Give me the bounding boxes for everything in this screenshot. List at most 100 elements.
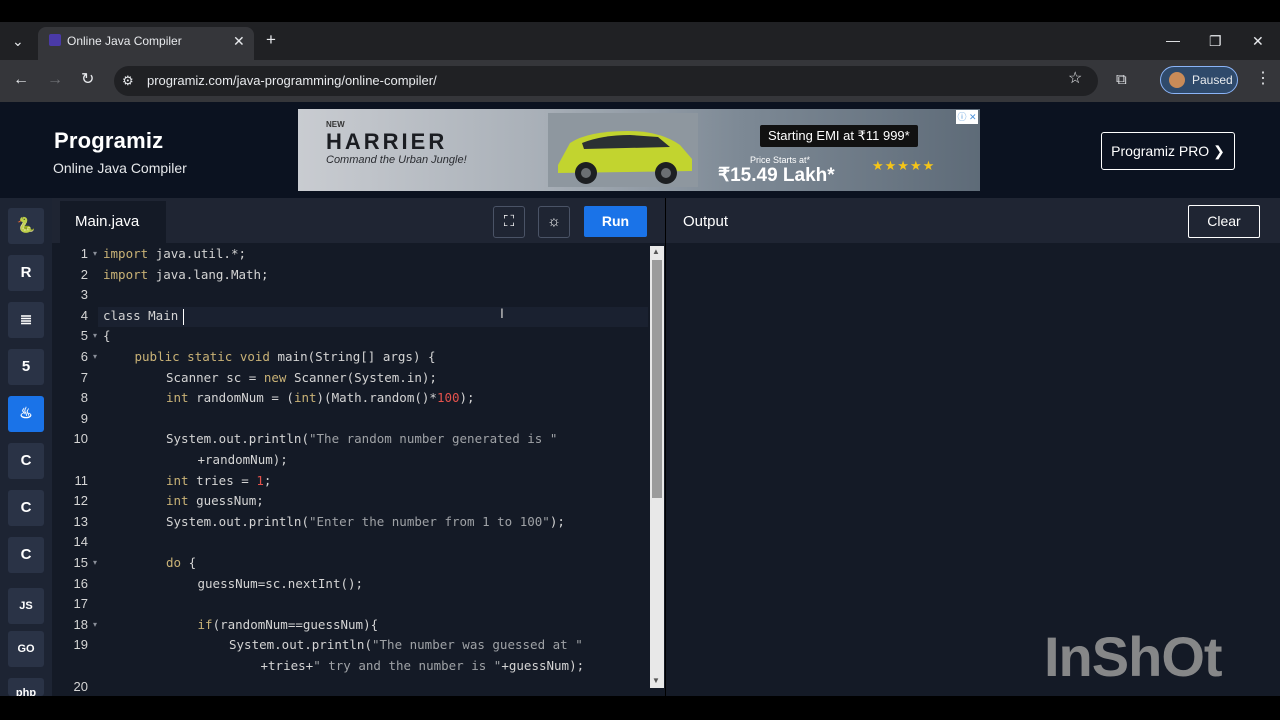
- fullscreen-button[interactable]: ⛶: [493, 206, 525, 238]
- code-token: (randomNum==guessNum){: [212, 617, 379, 632]
- fold-toggle-icon[interactable]: ▾: [89, 347, 97, 367]
- ad-banner[interactable]: NEW HARRIER Command the Urban Jungle! St…: [298, 109, 980, 191]
- code-token: {: [103, 328, 111, 343]
- code-line[interactable]: int guessNum;: [166, 491, 264, 511]
- browser-menu-icon[interactable]: ⋮: [1255, 71, 1271, 87]
- python-icon[interactable]: 🐍: [8, 208, 44, 244]
- code-token: System.out.println(: [166, 514, 309, 529]
- address-url[interactable]: programiz.com/java-programming/online-co…: [147, 73, 437, 89]
- clear-button[interactable]: Clear: [1188, 205, 1260, 238]
- java-icon[interactable]: ♨: [8, 396, 44, 432]
- code-line[interactable]: if(randomNum==guessNum){: [198, 615, 379, 635]
- sun-icon: ☼: [547, 213, 561, 230]
- ad-close-icon[interactable]: ⓘ ✕: [956, 110, 978, 124]
- code-token: public static void: [134, 349, 270, 364]
- run-button[interactable]: Run: [584, 206, 647, 237]
- text-cursor: [183, 309, 184, 325]
- code-token: " try and the number is ": [313, 658, 502, 673]
- code-token: {: [181, 555, 197, 570]
- code-token: );: [549, 514, 565, 529]
- code-line[interactable]: do {: [166, 553, 196, 573]
- code-token: )(Math.random()*: [316, 390, 437, 405]
- forward-icon[interactable]: →: [47, 72, 63, 88]
- tab-search-icon[interactable]: ⌄: [12, 33, 24, 49]
- code-line[interactable]: +tries+" try and the number is "+guessNu…: [261, 656, 585, 676]
- new-tab-icon[interactable]: +: [266, 31, 276, 48]
- ad-price-label: Price Starts at*: [750, 155, 811, 165]
- code-line[interactable]: int tries = 1;: [166, 471, 271, 491]
- c-icon[interactable]: C: [8, 443, 44, 479]
- back-icon[interactable]: ←: [13, 72, 29, 88]
- code-token: +guessNum);: [501, 658, 585, 673]
- code-token: java.util.*;: [155, 246, 246, 261]
- fold-toggle-icon[interactable]: ▾: [89, 615, 97, 635]
- tab-close-icon[interactable]: ✕: [233, 33, 245, 49]
- reload-icon[interactable]: ↻: [81, 72, 94, 88]
- line-number: 6: [80, 349, 88, 364]
- code-line[interactable]: import java.util.*;: [103, 244, 246, 264]
- line-number: 7: [80, 370, 88, 385]
- scroll-up-icon[interactable]: ▲: [652, 247, 660, 257]
- code-line[interactable]: guessNum=sc.nextInt();: [198, 574, 364, 594]
- js-icon[interactable]: JS: [8, 588, 44, 624]
- csharp-icon[interactable]: C: [8, 537, 44, 573]
- window-close-icon[interactable]: ✕: [1252, 33, 1264, 49]
- line-number: 9: [80, 411, 88, 426]
- code-line[interactable]: System.out.println("Enter the number fro…: [166, 512, 565, 532]
- scroll-down-icon[interactable]: ▼: [652, 676, 660, 686]
- cpp-icon[interactable]: C: [8, 490, 44, 526]
- code-line[interactable]: import java.lang.Math;: [103, 265, 269, 285]
- code-token: do: [166, 555, 182, 570]
- file-name: Main.java: [75, 213, 140, 230]
- site-info-icon[interactable]: ⚙: [122, 73, 134, 89]
- code-token: int: [166, 493, 189, 508]
- php-icon[interactable]: php: [8, 678, 44, 696]
- ad-brand: HARRIER: [326, 129, 448, 154]
- code-line[interactable]: +randomNum);: [198, 450, 288, 470]
- restore-icon[interactable]: ❐: [1209, 33, 1222, 49]
- fullscreen-icon: ⛶: [503, 213, 515, 230]
- line-number: 8: [80, 390, 88, 405]
- programiz-pro-button[interactable]: Programiz PRO ❯: [1101, 132, 1235, 170]
- code-token: main(String[] args) {: [269, 349, 436, 364]
- line-number: 4: [80, 308, 88, 323]
- go-icon[interactable]: GO: [8, 631, 44, 667]
- code-line[interactable]: public static void main(String[] args) {: [135, 347, 436, 367]
- car-image: [548, 113, 698, 187]
- code-line[interactable]: Scanner sc = new Scanner(System.in);: [166, 368, 437, 388]
- code-line[interactable]: System.out.println("The random number ge…: [166, 429, 557, 449]
- code-token: System.out.println(: [166, 431, 309, 446]
- line-number: 1: [80, 246, 88, 261]
- code-token: guessNum=sc.nextInt();: [197, 576, 364, 591]
- bookmark-star-icon[interactable]: ☆: [1068, 71, 1082, 87]
- line-number: 17: [73, 596, 88, 611]
- code-line[interactable]: class Main: [103, 306, 178, 326]
- r-icon[interactable]: R: [8, 255, 44, 291]
- line-number: 15: [73, 555, 88, 570]
- code-line[interactable]: System.out.println("The number was guess…: [229, 635, 583, 655]
- code-token: class Main: [103, 308, 179, 323]
- line-number: 13: [73, 514, 88, 529]
- fold-toggle-icon[interactable]: ▾: [89, 244, 97, 264]
- editor-scrollbar-thumb[interactable]: [652, 260, 662, 498]
- code-token: System.out.println(: [229, 637, 372, 652]
- extensions-icon[interactable]: ⧉: [1116, 72, 1127, 88]
- ad-rating-stars: ★★★★★: [872, 158, 936, 173]
- line-number: 18: [73, 617, 88, 632]
- code-line[interactable]: int randomNum = (int)(Math.random()*100)…: [166, 388, 475, 408]
- code-line[interactable]: {: [103, 326, 111, 346]
- code-token: 1: [256, 473, 264, 488]
- line-number: 3: [80, 287, 88, 302]
- code-token: import: [103, 246, 156, 261]
- output-label: Output: [683, 213, 729, 230]
- minimize-icon[interactable]: —: [1166, 32, 1180, 48]
- programiz-logo[interactable]: Programiz: [54, 128, 163, 154]
- code-token: );: [459, 390, 475, 405]
- fold-toggle-icon[interactable]: ▾: [89, 553, 97, 573]
- theme-toggle-button[interactable]: ☼: [538, 206, 570, 238]
- code-token: new: [263, 370, 287, 385]
- html-icon[interactable]: 5: [8, 349, 44, 385]
- fold-toggle-icon[interactable]: ▾: [89, 326, 97, 346]
- sql-icon[interactable]: ≣: [8, 302, 44, 338]
- code-token: 100: [436, 390, 460, 405]
